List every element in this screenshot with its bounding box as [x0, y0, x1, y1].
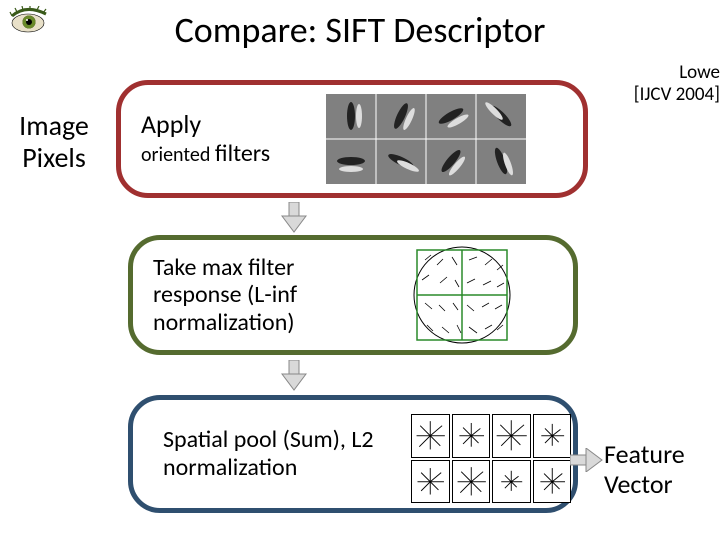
arrow-right-icon	[570, 448, 604, 472]
stage1-line2-big: filters	[215, 139, 270, 168]
stage-apply-filters: Apply oriented filters	[116, 80, 588, 198]
stage1-text: Apply oriented filters	[141, 110, 270, 167]
stage1-line1: Apply	[141, 110, 270, 140]
stage3-text: Spatial pool (Sum), L2 normalization	[163, 426, 393, 481]
stage-max-response: Take max filter response (L-inf normaliz…	[128, 235, 578, 355]
arrow-down-icon	[280, 360, 308, 392]
citation-author: Lowe	[634, 62, 720, 84]
input-label-line2: Pixels	[4, 142, 104, 174]
stage1-line2-small: oriented	[141, 143, 210, 167]
output-label: Feature Vector	[604, 440, 714, 500]
input-label: Image Pixels	[4, 110, 104, 174]
citation-ref: [IJCV 2004]	[634, 84, 720, 106]
stage2-text: Take max filter response (L-inf normaliz…	[153, 254, 353, 337]
page-title: Compare: SIFT Descriptor	[0, 8, 720, 52]
keypoint-patch-graphic	[371, 245, 553, 345]
stage1-line2: oriented filters	[141, 140, 270, 168]
stage-spatial-pool: Spatial pool (Sum), L2 normalization	[128, 395, 578, 513]
output-label-line1: Feature	[604, 440, 714, 470]
arrow-down-icon	[280, 202, 308, 234]
oriented-filters-graphic	[288, 94, 563, 184]
histogram-grid-graphic	[411, 414, 571, 494]
input-label-line1: Image	[4, 110, 104, 142]
citation: Lowe [IJCV 2004]	[634, 62, 720, 106]
output-label-line2: Vector	[604, 470, 714, 500]
